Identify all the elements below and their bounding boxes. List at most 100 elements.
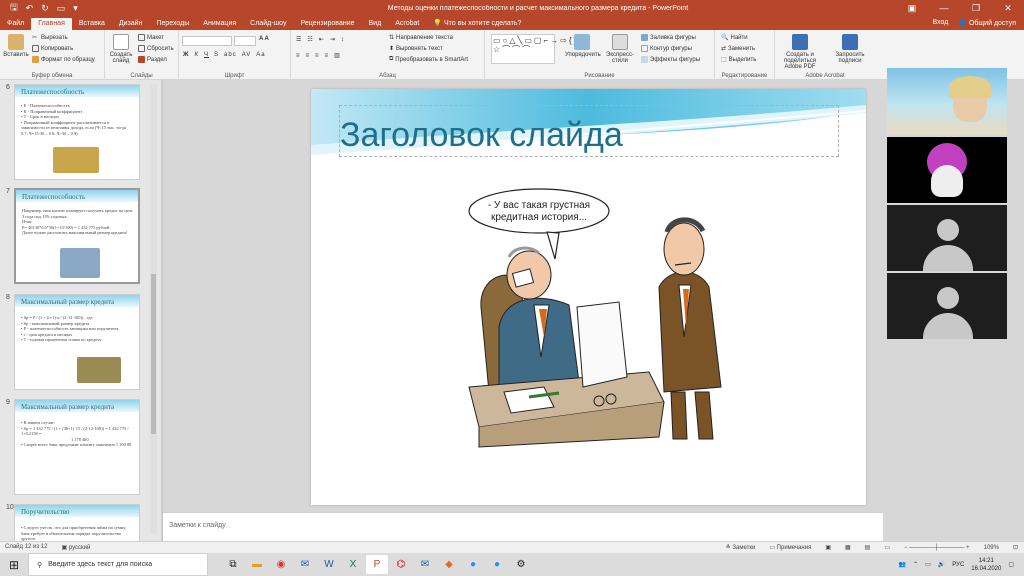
participant-video[interactable]	[887, 273, 1007, 339]
tab-slideshow[interactable]: Слайд-шоу	[243, 18, 293, 30]
ribbon-display-icon[interactable]: ▣	[896, 3, 928, 14]
notes-toggle[interactable]: ≜ Заметки	[726, 544, 756, 551]
font-format-buttons[interactable]: Ж К Ч Sabc AV Aa	[183, 52, 266, 58]
tab-design[interactable]: Дизайн	[112, 18, 150, 30]
request-signatures-button[interactable]: Запросить подписи	[829, 34, 871, 64]
people-icon[interactable]: 👥	[899, 561, 906, 568]
close-button[interactable]: ✕	[992, 3, 1024, 14]
participant-video[interactable]	[887, 68, 1007, 134]
align-buttons[interactable]: ≡ ≡ ≡ ≡ ▥	[296, 52, 340, 60]
zoom-slider[interactable]: − ──────┼────── +	[904, 545, 970, 551]
customize-qat-icon[interactable]: ▾	[73, 3, 78, 14]
settings-icon[interactable]: ⚙	[510, 555, 532, 574]
group-label: Буфер обмена	[31, 73, 73, 79]
share-button[interactable]: 👤 Общий доступ	[958, 19, 1016, 27]
slide-thumbnail[interactable]: Поручительство • Следует учесть, что для…	[14, 504, 140, 541]
quick-styles-button[interactable]: Экспресс-стили	[603, 34, 637, 64]
shape-outline-button[interactable]: Контур фигуры	[641, 45, 692, 52]
zoom-level[interactable]: 109%	[984, 545, 999, 551]
comments-toggle[interactable]: ▭ Примечания	[769, 544, 811, 551]
slideshow-icon[interactable]: ▭	[884, 544, 890, 551]
shape-effects-button[interactable]: Эффекты фигуры	[641, 56, 700, 63]
tab-insert[interactable]: Вставка	[72, 18, 112, 30]
select-button[interactable]: ⬚ Выделить	[721, 56, 756, 64]
notifications-icon[interactable]: ▢	[1008, 561, 1014, 568]
replace-button[interactable]: ⇄ Заменить	[721, 45, 755, 53]
email-icon[interactable]: ✉	[414, 555, 436, 574]
tab-acrobat[interactable]: Acrobat	[388, 18, 426, 30]
reset-button[interactable]: Сбросить	[138, 45, 174, 52]
redo-icon[interactable]: ↻	[41, 3, 49, 14]
language-indicator[interactable]: ▣ русский	[61, 544, 90, 551]
smartart-button[interactable]: ⧉ Преобразовать в SmartArt	[389, 56, 468, 63]
paste-button[interactable]: Вставить	[3, 34, 29, 58]
volume-icon[interactable]: 🔊	[938, 561, 945, 568]
zoom-app-icon[interactable]: ●	[486, 555, 508, 574]
format-painter-button[interactable]: Формат по образцу	[32, 56, 95, 63]
slide-thumbnail[interactable]: Максимальный размер кредита • В нашем сл…	[14, 399, 140, 495]
text-direction-icon: ⇅	[389, 35, 395, 41]
chrome-icon[interactable]: ◉	[270, 555, 292, 574]
chevron-up-icon[interactable]: ⌃	[913, 561, 918, 568]
arrange-button[interactable]: Упорядочить	[565, 34, 601, 58]
text-direction-button[interactable]: ⇅ Направление текста	[389, 34, 453, 42]
grow-font-icon[interactable]: A A	[259, 36, 269, 42]
tab-home[interactable]: Главная	[31, 18, 72, 30]
minimize-button[interactable]: —	[928, 3, 960, 14]
tab-animations[interactable]: Анимация	[196, 18, 243, 30]
network-icon[interactable]: ▭	[925, 561, 931, 568]
slide-thumbnail[interactable]: Максимальный размер кредита • Sp = P / (…	[14, 294, 140, 390]
section-button[interactable]: Раздел	[138, 56, 167, 63]
save-icon[interactable]: 🖫	[10, 0, 18, 16]
outlook-icon[interactable]: ✉	[294, 555, 316, 574]
clock[interactable]: 14:21 16.04.2020	[971, 557, 1001, 573]
new-slide-button[interactable]: Создать слайд	[107, 34, 135, 64]
slide-title-placeholder[interactable]: Заголовок слайда	[339, 105, 839, 157]
task-view-icon[interactable]: ⧉	[222, 555, 244, 574]
shapes-gallery[interactable]: ▭○△╲▭▢⌐→⇨{}☆⌒⌒⌒	[491, 34, 576, 64]
fit-slide-icon[interactable]: ⊡	[1013, 544, 1018, 551]
font-name-field[interactable]	[182, 36, 232, 46]
list-buttons[interactable]: ☰ ☷ ⇤ ⇥ ↕	[296, 36, 344, 44]
tab-file[interactable]: Файл	[0, 18, 31, 30]
participant-video[interactable]	[887, 205, 1007, 271]
notes-pane[interactable]: Заметки к слайду	[163, 512, 883, 541]
windows-start-icon[interactable]: ⊞	[0, 553, 28, 576]
slide-thumbnail[interactable]: Платежеспособность Например: наш клиент …	[14, 188, 140, 284]
taskbar-search[interactable]: ⚲ Введите здесь текст для поиска	[28, 553, 208, 576]
powerpoint-icon[interactable]: P	[366, 555, 388, 574]
find-button[interactable]: 🔍 Найти	[721, 34, 748, 42]
tell-me-box[interactable]: 💡 Что вы хотите сделать?	[426, 17, 528, 30]
maximize-button[interactable]: ❐	[960, 3, 992, 14]
reading-view-icon[interactable]: ▤	[865, 544, 871, 551]
layout-button[interactable]: Макет	[138, 34, 164, 41]
excel-icon[interactable]: X	[342, 555, 364, 574]
present-icon[interactable]: ▭	[57, 3, 66, 14]
slide-thumbnail[interactable]: Платежеспособность • Е - Платежеспособно…	[14, 84, 140, 180]
word-icon[interactable]: W	[318, 555, 340, 574]
file-explorer-icon[interactable]: ▬	[246, 555, 268, 574]
font-size-field[interactable]	[234, 36, 256, 46]
keyboard-language[interactable]: РУС	[952, 562, 964, 568]
participant-video[interactable]	[887, 137, 1007, 203]
align-text-icon: ⬍	[389, 46, 395, 52]
align-text-button[interactable]: ⬍ Выровнять текст	[389, 45, 443, 53]
tab-view[interactable]: Вид	[362, 18, 389, 30]
copy-button[interactable]: Копировать	[32, 45, 73, 52]
shape-fill-button[interactable]: Заливка фигуры	[641, 34, 696, 41]
tab-transitions[interactable]: Переходы	[149, 18, 196, 30]
tab-review[interactable]: Рецензирование	[293, 18, 361, 30]
acrobat-icon[interactable]: ⌬	[390, 555, 412, 574]
undo-icon[interactable]: ↶	[26, 3, 34, 14]
media-icon[interactable]: ◆	[438, 555, 460, 574]
zoom-app-icon[interactable]: ●	[462, 555, 484, 574]
cut-button[interactable]: ✂ Вырезать	[32, 34, 68, 42]
current-slide[interactable]: Заголовок слайда - У вас такая грустная …	[311, 89, 866, 505]
thumbnails-scrollbar[interactable]	[150, 84, 157, 534]
create-pdf-button[interactable]: Создать и поделиться Adobe PDF	[775, 34, 825, 70]
normal-view-icon[interactable]: ▣	[825, 544, 831, 551]
thumbnail-image	[53, 147, 99, 173]
editing-group: 🔍 Найти ⇄ Заменить ⬚ Выделить Редактировани…	[715, 30, 775, 80]
sign-in-link[interactable]: Вход	[932, 19, 948, 27]
slide-sorter-icon[interactable]: ▦	[845, 544, 851, 551]
